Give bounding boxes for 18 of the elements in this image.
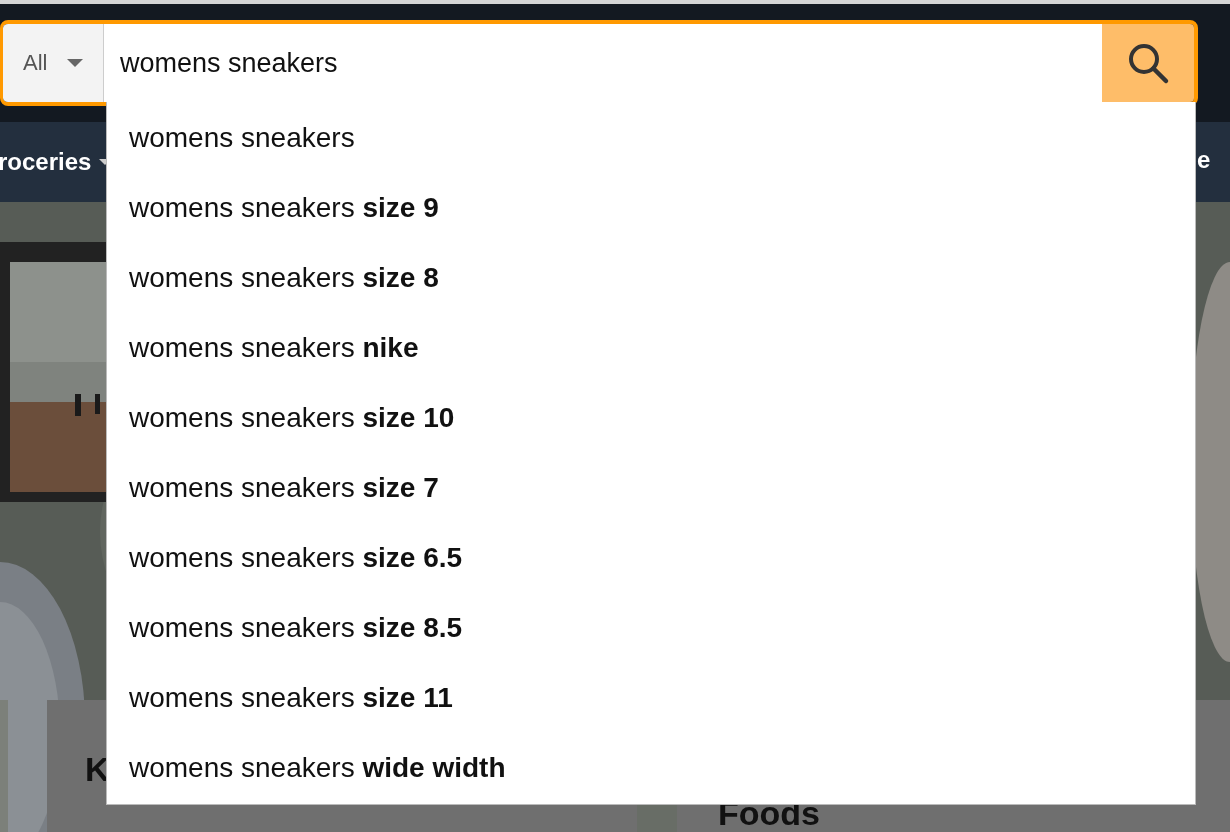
nav-link[interactable]: roceries [0,148,92,176]
suggestion-item[interactable]: womens sneakers wide width [107,733,1195,803]
suggestion-item[interactable]: womens sneakers nike [107,313,1195,383]
suggestion-item[interactable]: womens sneakers size 10 [107,383,1195,453]
search-button[interactable] [1102,24,1194,102]
search-field[interactable]: womens sneakers [104,24,1102,102]
suggestion-item[interactable]: womens sneakers size 8.5 [107,593,1195,663]
suggestion-item[interactable]: womens sneakers size 8 [107,243,1195,313]
suggestion-item[interactable]: womens sneakers size 6.5 [107,523,1195,593]
suggestion-item[interactable]: womens sneakers size 11 [107,663,1195,733]
category-dropdown[interactable]: All [3,24,104,102]
suggestion-item[interactable]: womens sneakers [107,103,1195,173]
nav-link[interactable]: e [1197,146,1211,174]
caret-icon [67,58,84,68]
card-title: K [85,752,110,786]
suggestion-item[interactable]: womens sneakers size 7 [107,453,1195,523]
suggestion-item[interactable]: womens sneakers size 9 [107,173,1195,243]
search-icon [1126,41,1170,85]
